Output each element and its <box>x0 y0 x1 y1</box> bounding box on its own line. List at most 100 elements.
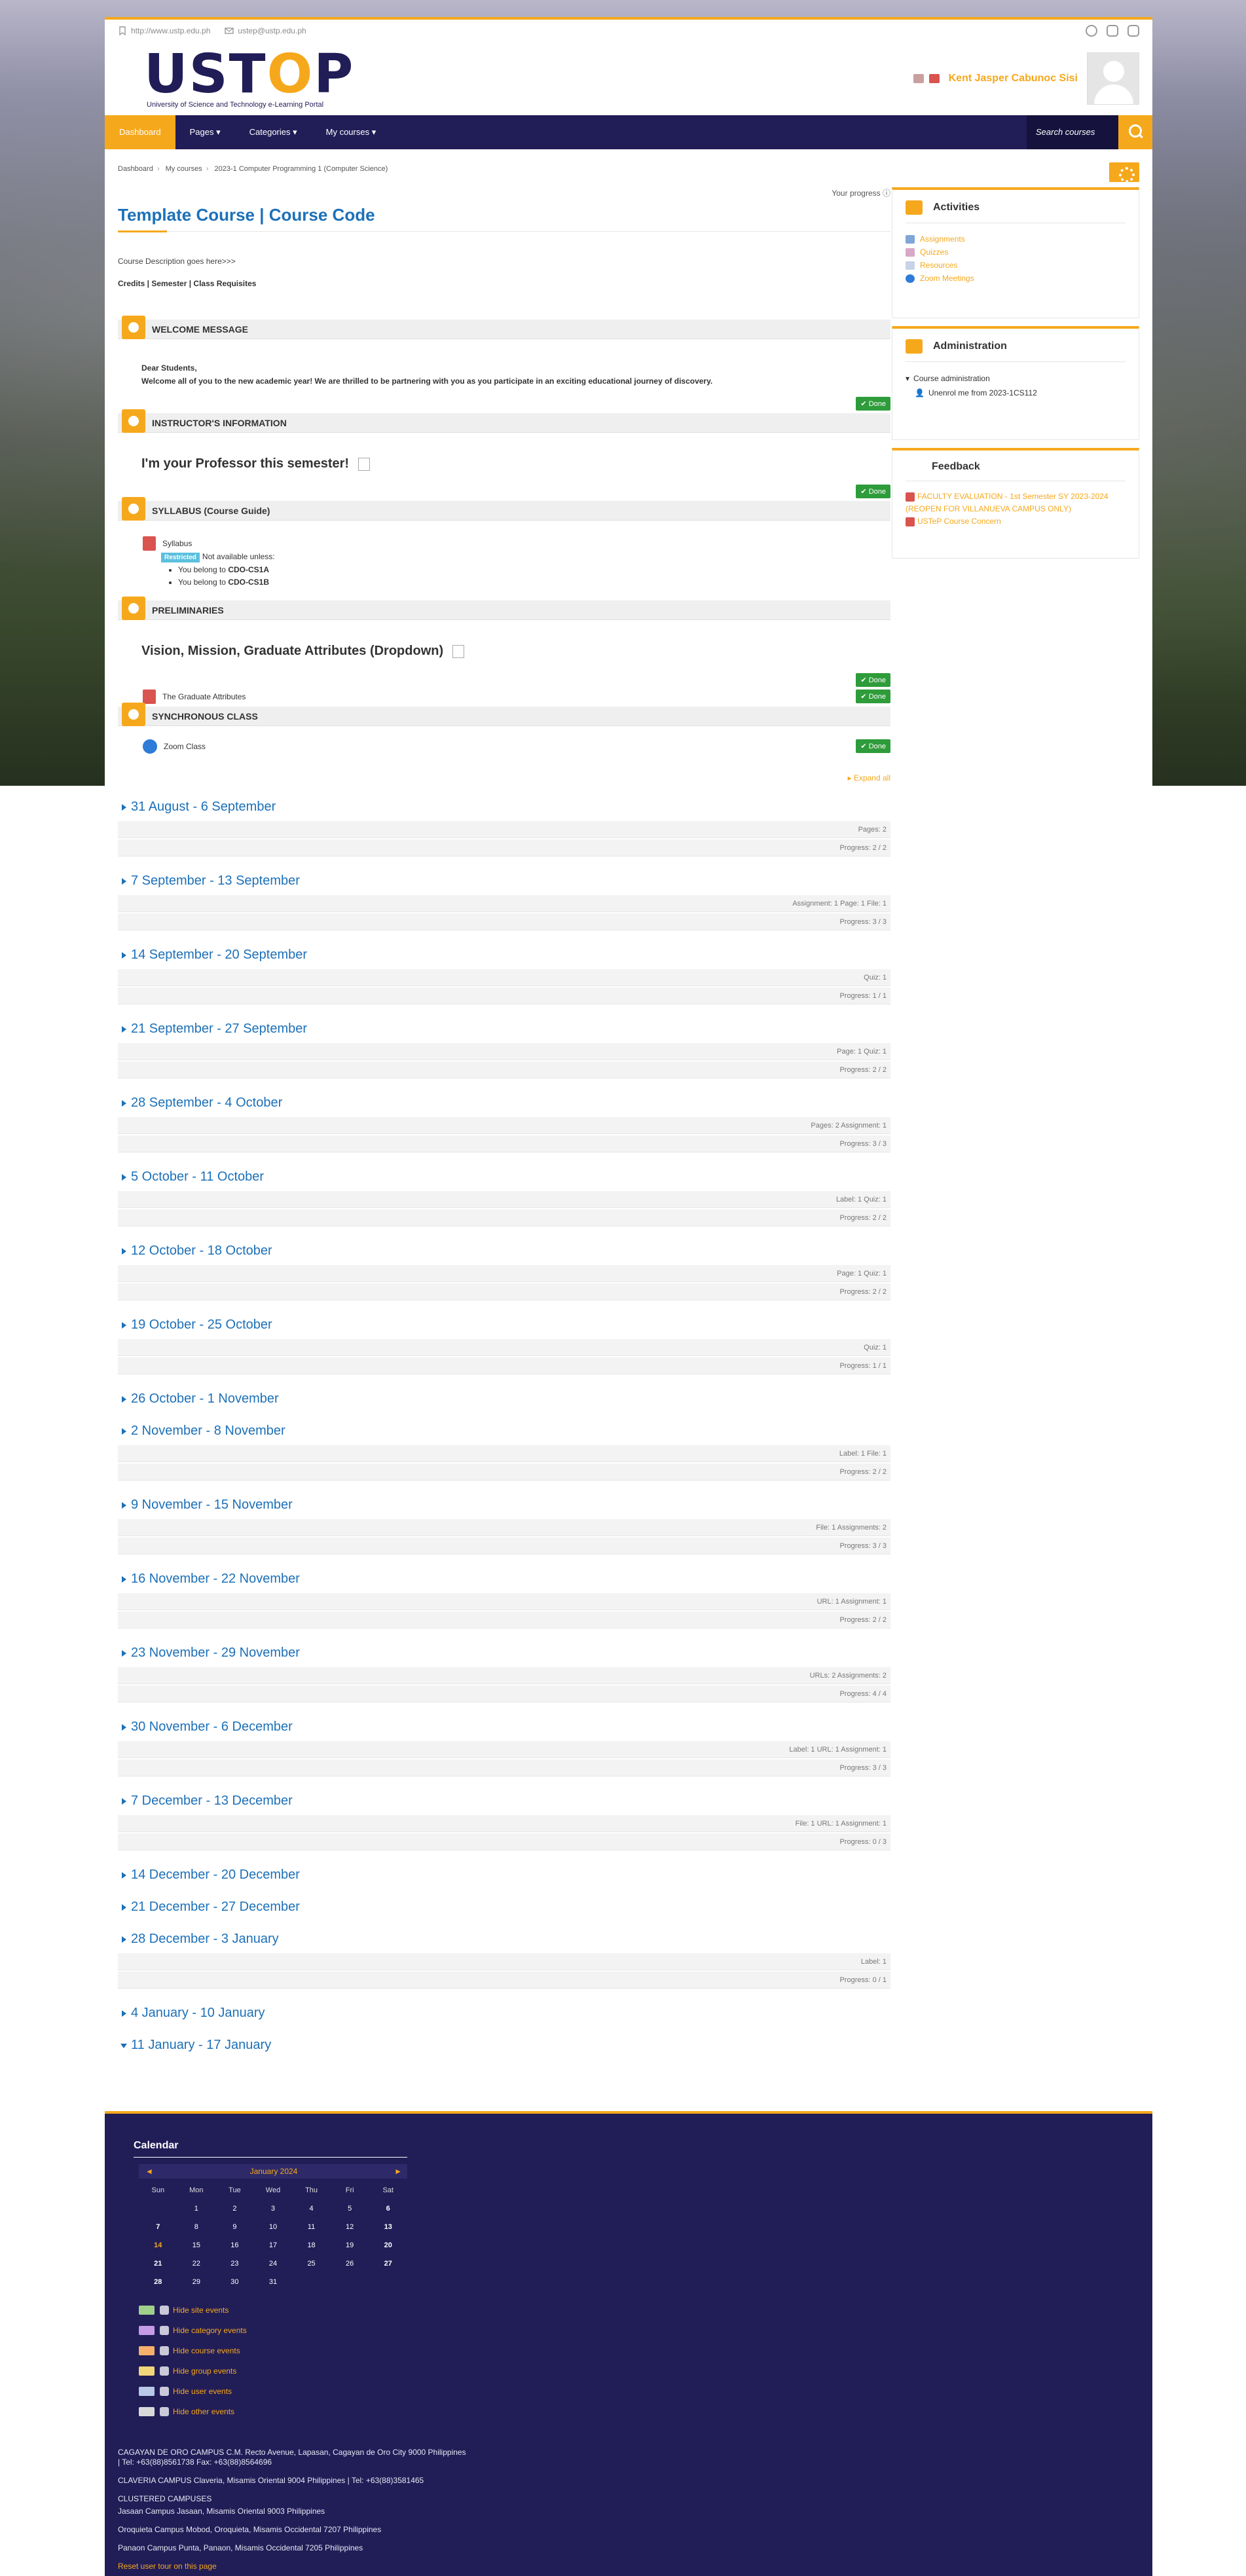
week-title[interactable]: 14 December - 20 December <box>118 1868 890 1883</box>
week-title[interactable]: 28 September - 4 October <box>118 1095 890 1111</box>
calendar-day[interactable]: 1 <box>177 2205 216 2213</box>
legend-item[interactable]: Hide group events <box>139 2361 247 2381</box>
calendar-day[interactable]: 16 <box>215 2241 254 2249</box>
course-settings-button[interactable] <box>1109 162 1139 183</box>
breadcrumb-course[interactable]: 2023-1 Computer Programming 1 (Computer … <box>215 165 388 173</box>
calendar-day[interactable]: 14 <box>139 2241 177 2249</box>
week-title[interactable]: 23 November - 29 November <box>118 1646 890 1661</box>
feedback-link-faculty-evaluation[interactable]: FACULTY EVALUATION - 1st Semester SY 202… <box>906 490 1126 515</box>
done-button[interactable]: ✔ Done <box>856 485 890 498</box>
activity-link-resources[interactable]: Resources <box>906 259 1126 272</box>
calendar-month[interactable]: January 2024 <box>250 2167 298 2176</box>
section-header[interactable]: PRELIMINARIES <box>118 597 890 620</box>
calendar-day[interactable]: 10 <box>254 2223 293 2231</box>
calendar-day[interactable]: 6 <box>369 2205 407 2213</box>
calendar-day[interactable]: 5 <box>331 2205 369 2213</box>
calendar-day[interactable]: 21 <box>139 2260 177 2268</box>
calendar-day[interactable]: 22 <box>177 2260 216 2268</box>
user-name[interactable]: Kent Jasper Cabunoc Sisi <box>949 73 1078 84</box>
breadcrumb-dashboard[interactable]: Dashboard <box>118 165 153 173</box>
calendar-day[interactable]: 30 <box>215 2278 254 2286</box>
reset-tour-link[interactable]: Reset user tour on this page <box>118 2562 707 2571</box>
section-header[interactable]: SYNCHRONOUS CLASS <box>118 703 890 726</box>
activity-syllabus[interactable]: Syllabus <box>118 536 890 551</box>
week-title[interactable]: 28 December - 3 January <box>118 1932 890 1947</box>
calendar-day[interactable]: 11 <box>292 2223 331 2231</box>
website-link[interactable]: http://www.ustp.edu.ph <box>118 26 210 35</box>
week-title[interactable]: 7 December - 13 December <box>118 1794 890 1809</box>
nav-pages[interactable]: Pages ▾ <box>175 115 235 149</box>
calendar-day[interactable]: 12 <box>331 2223 369 2231</box>
prev-month-button[interactable]: ◄ <box>145 2167 153 2176</box>
week-title[interactable]: 19 October - 25 October <box>118 1317 890 1333</box>
notifications-icon[interactable] <box>913 74 924 83</box>
done-button[interactable]: ✔ Done <box>856 673 890 687</box>
activity-link-assignments[interactable]: Assignments <box>906 232 1126 246</box>
calendar-day[interactable]: 17 <box>254 2241 293 2249</box>
week-title[interactable]: 2 November - 8 November <box>118 1424 890 1439</box>
calendar-day[interactable]: 27 <box>369 2260 407 2268</box>
email-link[interactable]: ustep@ustp.edu.ph <box>225 26 306 35</box>
week-title[interactable]: 12 October - 18 October <box>118 1243 890 1259</box>
site-logo[interactable]: USTOP University of Science and Technolo… <box>144 48 354 109</box>
legend-item[interactable]: Hide other events <box>139 2401 247 2421</box>
week-title[interactable]: 14 September - 20 September <box>118 948 890 963</box>
done-button[interactable]: ✔ Done <box>856 739 890 753</box>
week-title[interactable]: 9 November - 15 November <box>118 1498 890 1513</box>
course-administration-item[interactable]: ▾ Course administration <box>906 371 1126 386</box>
completion-checkbox[interactable] <box>452 644 465 658</box>
done-button[interactable]: ✔ Done <box>856 397 890 411</box>
legend-item[interactable]: Hide site events <box>139 2300 247 2320</box>
youtube-icon[interactable] <box>1127 25 1139 37</box>
search-button[interactable] <box>1118 115 1152 149</box>
calendar-day[interactable]: 20 <box>369 2241 407 2249</box>
section-header[interactable]: SYLLABUS (Course Guide) <box>118 497 890 521</box>
week-title[interactable]: 31 August - 6 September <box>118 800 890 815</box>
nav-categories[interactable]: Categories ▾ <box>235 115 312 149</box>
calendar-day[interactable]: 25 <box>292 2260 331 2268</box>
completion-checkbox[interactable] <box>358 457 371 471</box>
instagram-icon[interactable] <box>1107 25 1118 37</box>
breadcrumb-my-courses[interactable]: My courses <box>166 165 202 173</box>
week-title[interactable]: 30 November - 6 December <box>118 1720 890 1735</box>
calendar-day[interactable]: 3 <box>254 2205 293 2213</box>
calendar-day[interactable]: 4 <box>292 2205 331 2213</box>
facebook-icon[interactable] <box>1086 25 1097 37</box>
calendar-day[interactable]: 9 <box>215 2223 254 2231</box>
calendar-day[interactable]: 24 <box>254 2260 293 2268</box>
calendar-day[interactable]: 29 <box>177 2278 216 2286</box>
calendar-day[interactable]: 2 <box>215 2205 254 2213</box>
calendar-day[interactable]: 28 <box>139 2278 177 2286</box>
week-title[interactable]: 26 October - 1 November <box>118 1391 890 1407</box>
week-title[interactable]: 11 January - 17 January <box>118 2038 890 2053</box>
calendar-day[interactable]: 19 <box>331 2241 369 2249</box>
week-title[interactable]: 16 November - 22 November <box>118 1572 890 1587</box>
nav-my-courses[interactable]: My courses ▾ <box>312 115 391 149</box>
activity-graduate-attributes[interactable]: The Graduate Attributes ✔ Done <box>118 690 890 704</box>
calendar-day[interactable]: 13 <box>369 2223 407 2231</box>
messages-icon[interactable] <box>928 74 940 83</box>
section-header[interactable]: WELCOME MESSAGE <box>118 316 890 339</box>
expand-all-link[interactable]: ▸ Expand all <box>118 773 890 782</box>
calendar-day[interactable]: 7 <box>139 2223 177 2231</box>
calendar-day[interactable]: 23 <box>215 2260 254 2268</box>
nav-dashboard[interactable]: Dashboard <box>105 115 175 149</box>
user-menu[interactable]: Kent Jasper Cabunoc Sisi <box>908 52 1139 105</box>
feedback-link-course-concern[interactable]: USTeP Course Concern <box>906 515 1126 528</box>
legend-item[interactable]: Hide user events <box>139 2381 247 2401</box>
calendar-day[interactable]: 26 <box>331 2260 369 2268</box>
done-button[interactable]: ✔ Done <box>856 690 890 703</box>
next-month-button[interactable]: ► <box>394 2167 402 2176</box>
avatar[interactable] <box>1087 52 1139 105</box>
activity-zoom-class[interactable]: Zoom Class ✔ Done <box>118 739 890 754</box>
calendar-day[interactable]: 8 <box>177 2223 216 2231</box>
activity-link-zoom[interactable]: Zoom Meetings <box>906 272 1126 285</box>
help-icon[interactable]: ⓘ <box>883 189 890 198</box>
week-title[interactable]: 21 December - 27 December <box>118 1900 890 1915</box>
activity-link-quizzes[interactable]: Quizzes <box>906 246 1126 259</box>
unenrol-item[interactable]: 👤 Unenrol me from 2023-1CS112 <box>906 386 1126 400</box>
legend-item[interactable]: Hide category events <box>139 2320 247 2340</box>
week-title[interactable]: 5 October - 11 October <box>118 1169 890 1185</box>
week-title[interactable]: 7 September - 13 September <box>118 874 890 889</box>
calendar-day[interactable]: 15 <box>177 2241 216 2249</box>
